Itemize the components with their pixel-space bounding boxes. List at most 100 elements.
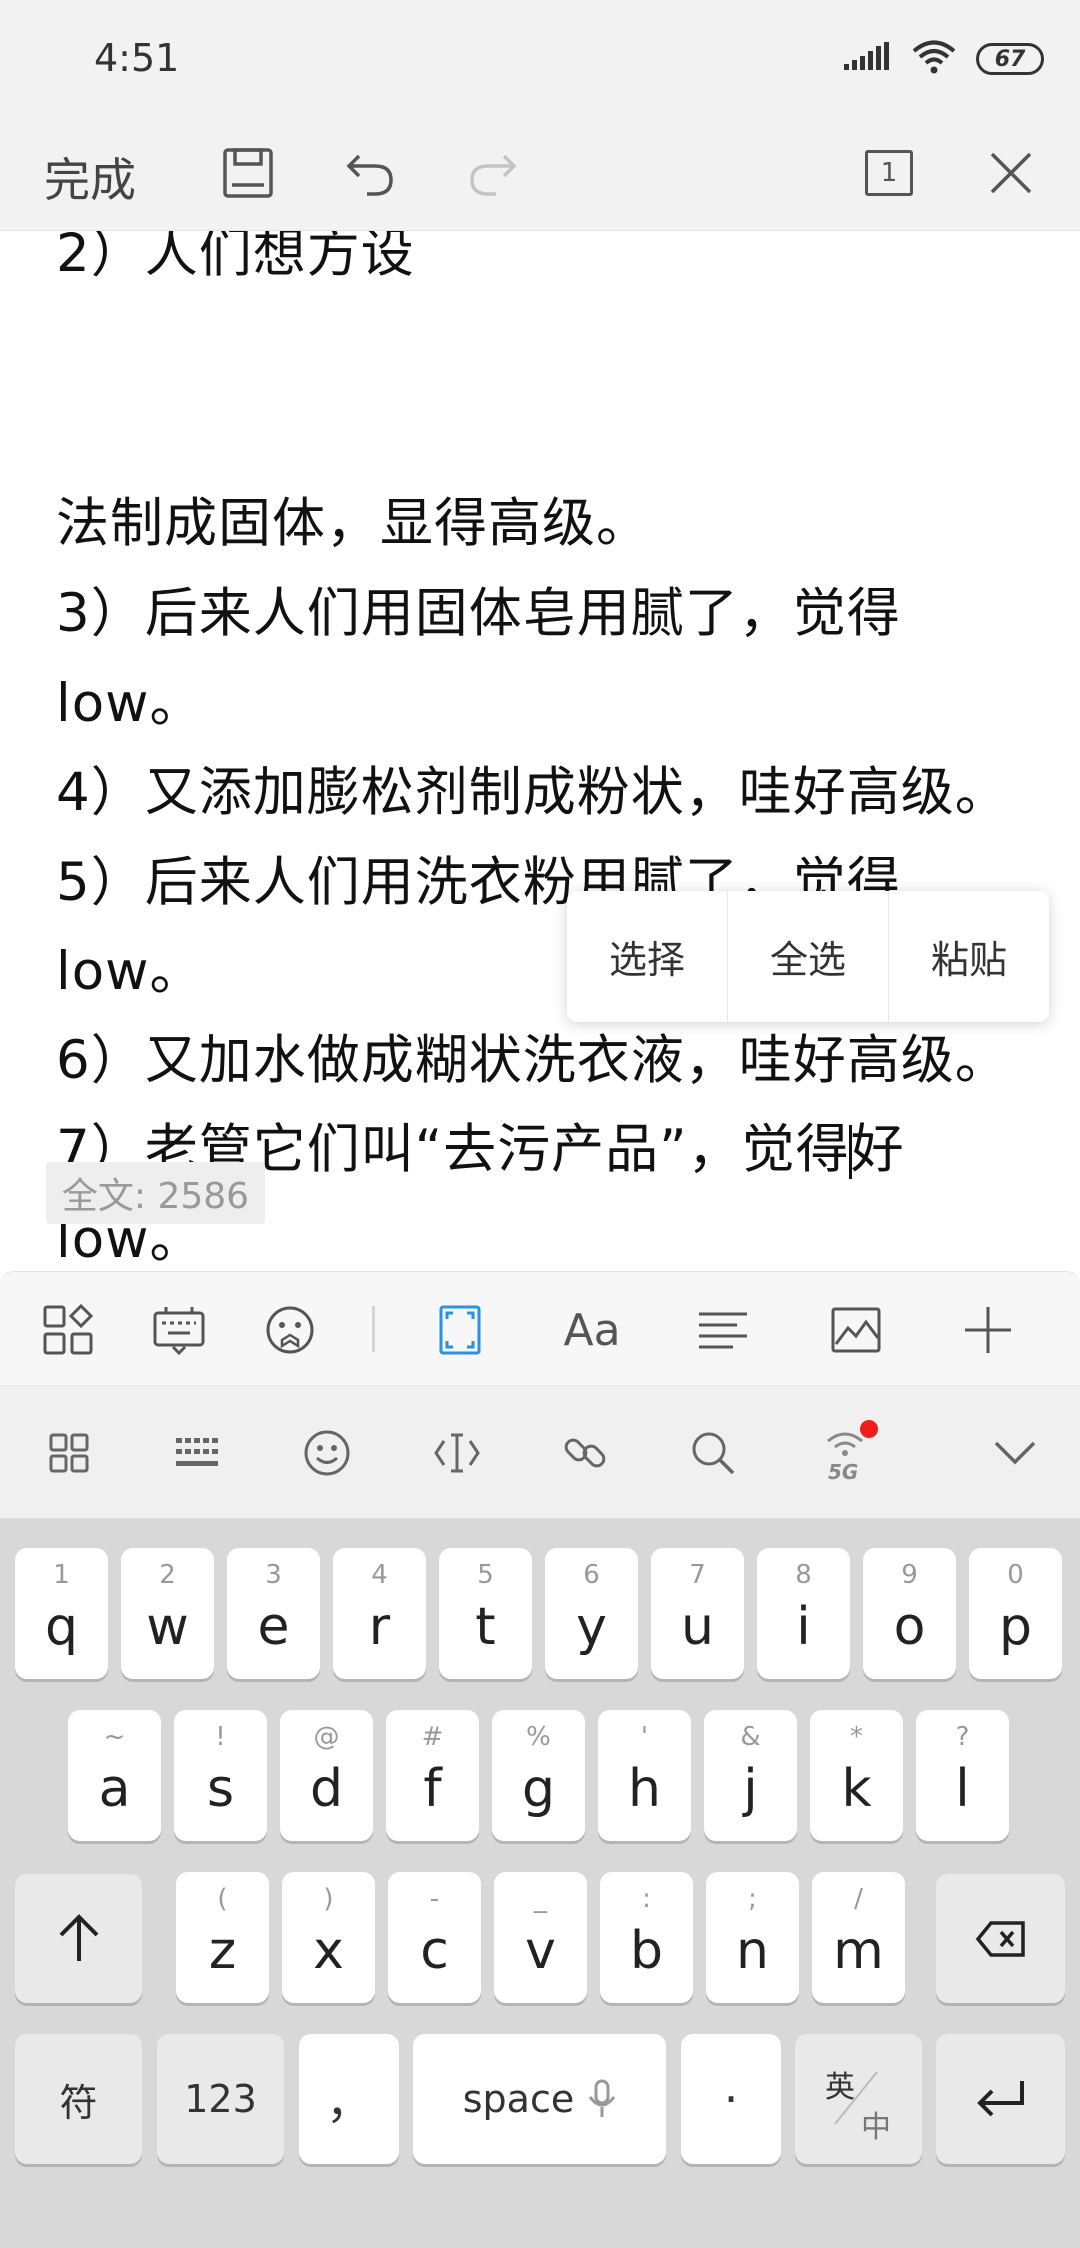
key-secondary-label: %: [526, 1722, 551, 1752]
backspace-key[interactable]: [936, 1874, 1065, 2003]
key-a[interactable]: ~ a: [68, 1710, 161, 1841]
keyboard-toggle-icon[interactable]: [143, 1296, 215, 1364]
number-key[interactable]: 123: [157, 2034, 284, 2164]
key-t[interactable]: 5t: [439, 1548, 532, 1679]
select-frame-icon[interactable]: [424, 1296, 496, 1364]
save-icon[interactable]: [213, 138, 283, 208]
shift-key[interactable]: [15, 1874, 142, 2003]
page-count-button[interactable]: 1: [854, 138, 924, 208]
key-primary-label: a: [98, 1758, 131, 1819]
key-z[interactable]: (z: [176, 1872, 269, 2003]
key-c[interactable]: -c: [388, 1872, 481, 2003]
key-secondary-label: *: [850, 1722, 863, 1752]
word-count-badge: 全文: 2586: [46, 1162, 265, 1224]
key-secondary-label: (: [217, 1884, 228, 1914]
key-x[interactable]: ) x: [282, 1872, 375, 2003]
key-primary-label: j: [743, 1758, 758, 1819]
key-q[interactable]: 1q: [15, 1548, 108, 1679]
key-g[interactable]: % g: [492, 1710, 585, 1841]
comma-key[interactable]: ，: [299, 2034, 399, 2164]
select-all-menu-item[interactable]: 全选: [728, 891, 889, 1022]
key-f[interactable]: # f: [386, 1710, 479, 1841]
doc-line[interactable]: 4）又添加膨松剂制成粉状，哇好高级。: [56, 750, 1009, 826]
microphone-icon: [589, 2079, 616, 2117]
key-primary-label: p: [998, 1596, 1032, 1657]
doc-line[interactable]: 法制成固体，显得高级。: [56, 481, 650, 557]
key-primary-label: g: [521, 1758, 555, 1819]
key-primary-label: r: [368, 1596, 391, 1657]
number-key-label: 123: [184, 2077, 257, 2121]
key-l[interactable]: ? l: [916, 1710, 1009, 1841]
key-primary-label: z: [208, 1920, 237, 1981]
doc-line[interactable]: low。: [56, 661, 204, 737]
key-secondary-label: -: [429, 1884, 440, 1914]
doc-line[interactable]: 2）人们想方设: [56, 231, 415, 287]
apps-icon[interactable]: [32, 1296, 104, 1364]
key-secondary-label: 2: [159, 1560, 176, 1590]
key-u[interactable]: 7u: [651, 1548, 744, 1679]
key-secondary-label: &: [740, 1722, 761, 1752]
format-toolbar: Aa: [0, 1271, 1080, 1386]
key-secondary-label: ': [640, 1722, 649, 1752]
close-icon[interactable]: [976, 138, 1046, 208]
enter-key[interactable]: [936, 2034, 1065, 2164]
emoji-icon[interactable]: [254, 1296, 326, 1364]
key-primary-label: e: [257, 1596, 290, 1657]
undo-icon[interactable]: [335, 138, 405, 208]
done-button[interactable]: 完成: [44, 144, 136, 210]
symbol-key[interactable]: 符: [15, 2034, 142, 2164]
enter-icon: [976, 2081, 1024, 2117]
key-primary-label: u: [681, 1596, 714, 1657]
key-o[interactable]: 9o: [863, 1548, 956, 1679]
search-icon[interactable]: [678, 1418, 748, 1488]
font-icon[interactable]: Aa: [556, 1296, 628, 1364]
period-key[interactable]: ·: [681, 2034, 781, 2164]
key-s[interactable]: ! s: [174, 1710, 267, 1841]
key-w[interactable]: 2w: [121, 1548, 214, 1679]
wifi-icon: [912, 40, 956, 78]
context-menu: 选择 全选 粘贴: [567, 891, 1049, 1022]
doc-line[interactable]: 6）又加水做成糊状洗衣液，哇好高级。: [56, 1018, 1009, 1094]
cursor-move-icon[interactable]: [422, 1418, 492, 1488]
key-primary-label: o: [893, 1596, 926, 1657]
ime-apps-icon[interactable]: [34, 1418, 104, 1488]
key-primary-label: m: [833, 1920, 884, 1981]
align-icon[interactable]: [687, 1296, 759, 1364]
language-switch-key[interactable]: 英 中: [795, 2034, 922, 2164]
key-r[interactable]: 4r: [333, 1548, 426, 1679]
space-key[interactable]: space: [413, 2034, 666, 2164]
doc-line[interactable]: low。: [56, 929, 204, 1005]
key-secondary-label: _: [534, 1884, 547, 1914]
key-m[interactable]: / m: [812, 1872, 905, 2003]
key-i[interactable]: 8i: [757, 1548, 850, 1679]
period-key-label: ·: [723, 2072, 739, 2126]
doc-line[interactable]: 3）后来人们用固体皂用腻了，觉得: [56, 571, 901, 647]
link-icon[interactable]: [550, 1418, 620, 1488]
network-5g-icon[interactable]: 5G: [810, 1418, 880, 1488]
key-secondary-label: :: [642, 1884, 651, 1914]
key-k[interactable]: * k: [810, 1710, 903, 1841]
ime-emoji-icon[interactable]: [292, 1418, 362, 1488]
document-editor[interactable]: 2）人们想方设 法制成固体，显得高级。 3）后来人们用固体皂用腻了，觉得 low…: [0, 231, 1080, 1271]
add-icon[interactable]: [952, 1296, 1024, 1364]
select-menu-item[interactable]: 选择: [567, 891, 728, 1022]
key-j[interactable]: & j: [704, 1710, 797, 1841]
redo-icon[interactable]: [458, 138, 528, 208]
image-icon[interactable]: [820, 1296, 892, 1364]
paste-menu-item[interactable]: 粘贴: [889, 891, 1049, 1022]
key-v[interactable]: _ v: [494, 1872, 587, 2003]
key-primary-label: b: [629, 1920, 663, 1981]
key-y[interactable]: 6y: [545, 1548, 638, 1679]
key-b[interactable]: :b: [600, 1872, 693, 2003]
key-d[interactable]: @ d: [280, 1710, 373, 1841]
key-n[interactable]: ; n: [706, 1872, 799, 2003]
key-secondary-label: 6: [583, 1560, 600, 1590]
key-secondary-label: ?: [955, 1722, 970, 1752]
key-p[interactable]: 0p: [969, 1548, 1062, 1679]
key-h[interactable]: ' h: [598, 1710, 691, 1841]
ime-keyboard-icon[interactable]: [162, 1418, 232, 1488]
page-count: 1: [865, 150, 913, 196]
key-e[interactable]: 3e: [227, 1548, 320, 1679]
collapse-keyboard-icon[interactable]: [980, 1418, 1050, 1488]
status-bar: 4:51 67: [0, 0, 1080, 118]
